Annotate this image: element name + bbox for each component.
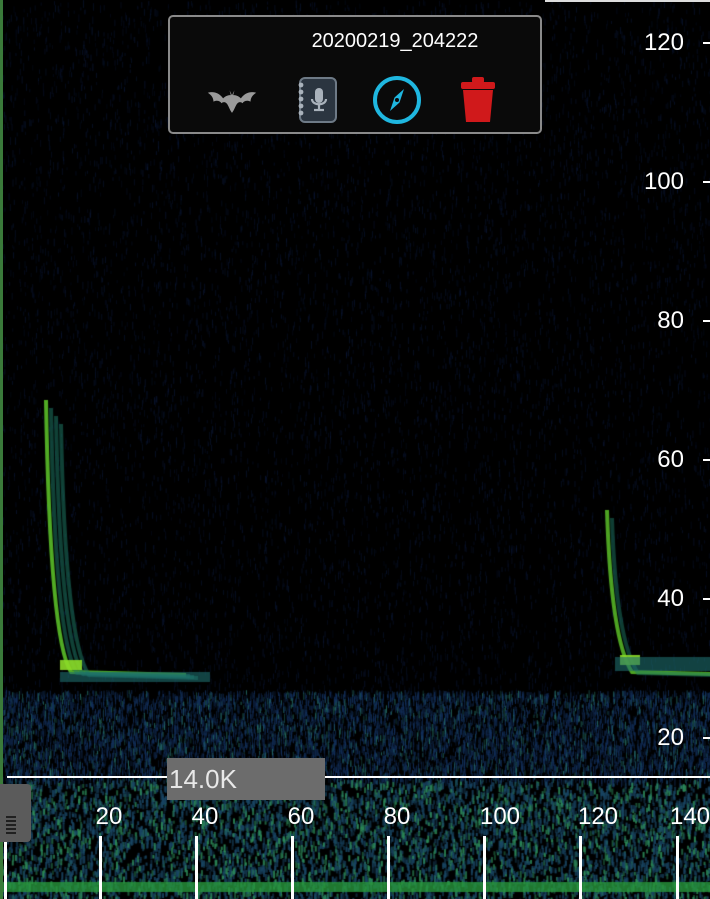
notebook-mic-icon <box>298 77 337 123</box>
x-tick-mark <box>195 836 198 899</box>
x-tick-label: 60 <box>287 803 315 830</box>
x-tick-mark <box>387 836 390 899</box>
x-tick-mark <box>676 836 679 899</box>
x-tick-label: 80 <box>383 803 411 830</box>
delete-button[interactable] <box>453 75 503 125</box>
menu-lines-icon <box>6 816 16 834</box>
y-tick-mark <box>703 737 710 739</box>
recording-popup: 20200219_204222 <box>168 15 542 134</box>
y-tick-label: 40 <box>657 585 684 612</box>
spectrogram-canvas[interactable] <box>0 0 710 899</box>
left-edge-bar <box>0 0 3 899</box>
bat-icon <box>207 90 257 113</box>
y-tick-mark <box>703 181 710 183</box>
y-tick-label: 120 <box>643 29 684 56</box>
y-tick-mark <box>703 320 710 322</box>
location-button[interactable] <box>372 75 422 125</box>
y-tick-label: 20 <box>657 724 684 751</box>
x-tick-mark <box>579 836 582 899</box>
y-tick-mark <box>703 598 710 600</box>
x-tick-label: 140 <box>669 803 710 830</box>
y-tick-label: 100 <box>643 168 684 195</box>
bat-button[interactable] <box>207 75 257 125</box>
x-tick-mark <box>99 836 102 899</box>
recording-title: 20200219_204222 <box>311 30 479 52</box>
x-tick-mark <box>4 836 7 899</box>
y-tick-label: 60 <box>657 446 684 473</box>
top-edge-line <box>545 0 710 2</box>
x-tick-mark <box>291 836 294 899</box>
compass-icon <box>373 76 421 124</box>
drawer-handle[interactable] <box>0 784 31 842</box>
x-tick-label: 20 <box>95 803 123 830</box>
y-tick-mark <box>703 459 710 461</box>
voice-notes-button[interactable] <box>292 75 342 125</box>
x-tick-label: 100 <box>479 803 521 830</box>
x-tick-label: 120 <box>577 803 619 830</box>
x-tick-label: 40 <box>191 803 219 830</box>
trash-icon <box>461 77 495 122</box>
x-tick-mark <box>483 836 486 899</box>
x-axis-line <box>7 776 710 778</box>
y-tick-label: 80 <box>657 307 684 334</box>
y-tick-mark <box>703 42 710 44</box>
frequency-readout[interactable]: 14.0K <box>167 758 325 800</box>
